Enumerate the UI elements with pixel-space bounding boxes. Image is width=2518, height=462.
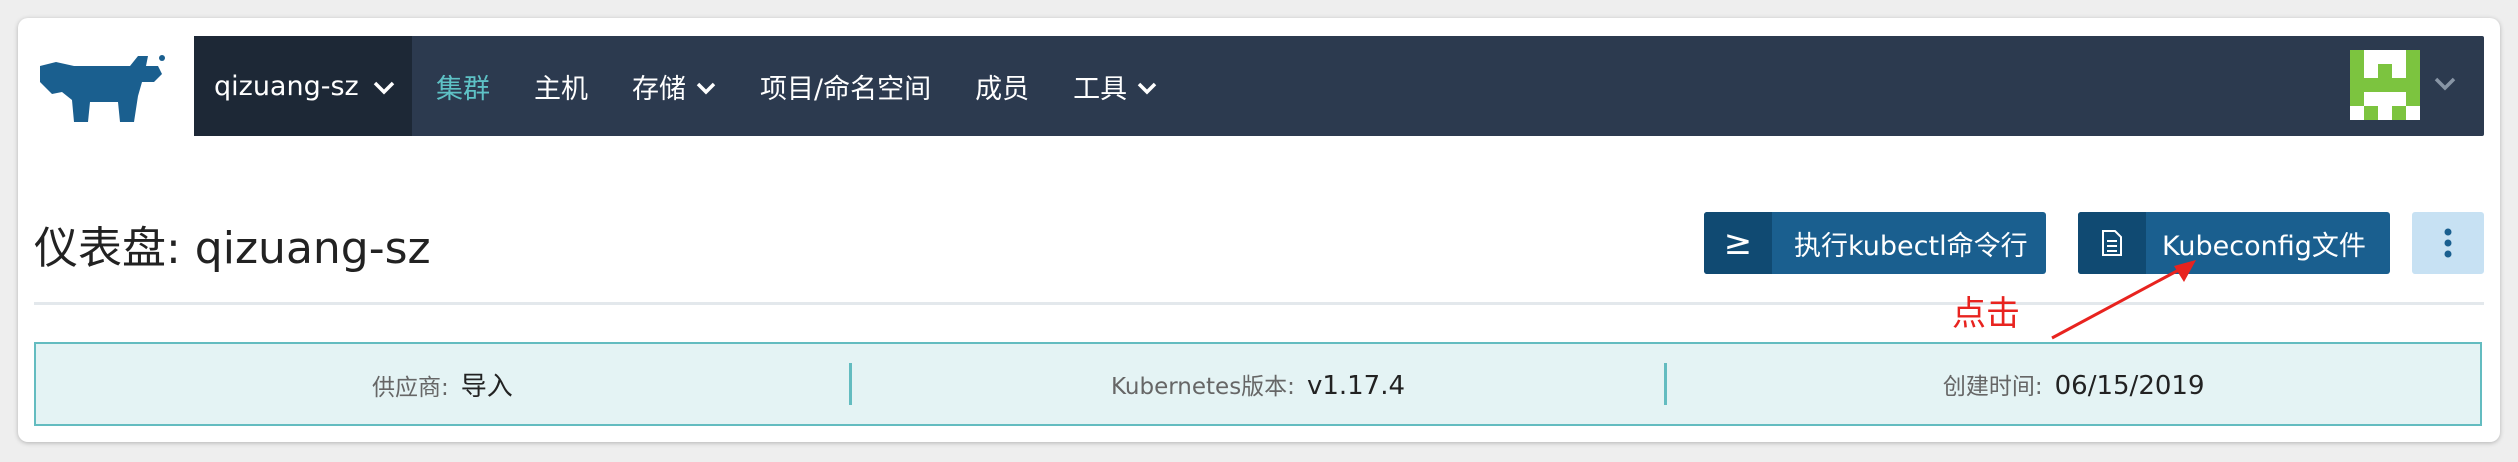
cluster-info-bar: 供应商: 导入 Kubernetes版本: v1.17.4 创建时间: 06/1… [34, 342, 2482, 426]
kubectl-button-label: 执行kubectl命令行 [1794, 230, 2028, 262]
created-label: 创建时间: [1942, 374, 2043, 400]
nav-item-label: 成员 [975, 73, 1030, 105]
vertical-ellipsis-icon [2444, 228, 2452, 258]
user-menu[interactable] [2350, 50, 2456, 120]
nav-item-label: 集群 [436, 73, 490, 105]
provider-info: 供应商: 导入 [36, 366, 849, 403]
more-actions-button[interactable] [2412, 212, 2484, 274]
top-navbar: qizuang-sz 集群 主机 存储 项目/命名空间 成员 工具 [194, 36, 2484, 136]
k8s-version-info: Kubernetes版本: v1.17.4 [852, 367, 1665, 401]
nav-item-hosts[interactable]: 主机 [534, 67, 588, 106]
nav-item-members[interactable]: 成员 [975, 67, 1029, 106]
nav-item-label: 项目/命名空间 [760, 73, 932, 105]
terminal-icon: ≥ [1704, 212, 1772, 274]
k8s-version-label: Kubernetes版本: [1110, 374, 1295, 400]
created-value: 06/15/2019 [2054, 371, 2205, 401]
nav-item-cluster[interactable]: 集群 [436, 67, 490, 106]
page-title: 仪表盘: qizuang-sz [34, 223, 431, 274]
cluster-name: qizuang-sz [214, 70, 359, 102]
provider-label: 供应商: [371, 374, 449, 401]
nav-item-label: 工具 [1073, 73, 1128, 105]
nav-item-label: 主机 [534, 73, 588, 105]
chevron-down-icon [696, 71, 716, 102]
rancher-logo[interactable] [34, 52, 170, 124]
nav-item-label: 存储 [632, 73, 686, 105]
annotation-text: 点击 [1952, 294, 2020, 334]
kubectl-shell-button[interactable]: ≥ 执行kubectl命令行 [1704, 212, 2046, 274]
provider-value: 导入 [460, 371, 513, 402]
created-info: 创建时间: 06/15/2019 [1667, 367, 2480, 401]
nav-item-projects[interactable]: 项目/命名空间 [760, 67, 931, 106]
k8s-version-value: v1.17.4 [1306, 371, 1406, 401]
user-avatar-icon [2350, 50, 2420, 120]
nav-item-storage[interactable]: 存储 [632, 67, 716, 106]
chevron-down-icon [1137, 71, 1157, 102]
annotation-arrow-icon [2051, 260, 2196, 340]
chevron-down-icon [2434, 76, 2456, 95]
chevron-down-icon [373, 71, 395, 102]
nav-item-tools[interactable]: 工具 [1073, 67, 1157, 106]
cluster-selector[interactable]: qizuang-sz [194, 36, 412, 136]
